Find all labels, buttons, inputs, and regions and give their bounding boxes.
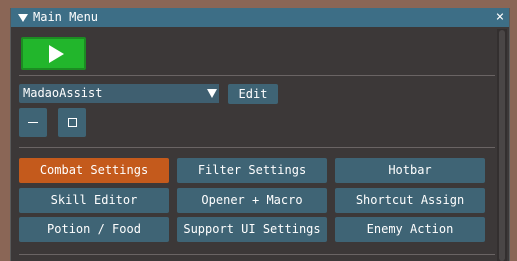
close-icon[interactable]: ×	[493, 8, 507, 27]
window-button[interactable]	[58, 108, 86, 137]
title-bar[interactable]: Main Menu ×	[11, 8, 509, 27]
separator	[19, 75, 495, 76]
combat-settings-button[interactable]: Combat Settings	[19, 158, 169, 183]
separator	[19, 254, 495, 255]
chevron-down-icon[interactable]	[205, 84, 219, 103]
opener-macro-button[interactable]: Opener + Macro	[177, 188, 327, 213]
support-ui-settings-button[interactable]: Support UI Settings	[177, 217, 327, 242]
separator	[19, 147, 495, 148]
enemy-action-button[interactable]: Enemy Action	[335, 217, 485, 242]
skill-editor-button[interactable]: Skill Editor	[19, 188, 169, 213]
minimize-icon	[28, 122, 38, 123]
minimize-button[interactable]	[19, 108, 47, 137]
filter-settings-button[interactable]: Filter Settings	[177, 158, 327, 183]
window-icon	[68, 118, 77, 127]
play-icon	[49, 45, 64, 63]
main-menu-window: Main Menu × MadaoAssist Edit Combat Sett…	[10, 8, 510, 261]
preset-selected-value: MadaoAssist	[23, 86, 103, 100]
play-button[interactable]	[21, 37, 86, 70]
hotbar-button[interactable]: Hotbar	[335, 158, 485, 183]
window-title: Main Menu	[33, 10, 99, 24]
edit-button[interactable]: Edit	[228, 84, 278, 104]
preset-dropdown[interactable]: MadaoAssist	[19, 84, 219, 103]
scrollbar-thumb[interactable]	[499, 30, 505, 261]
potion-food-button[interactable]: Potion / Food	[19, 217, 169, 242]
triangle-down-icon[interactable]	[18, 14, 28, 22]
shortcut-assign-button[interactable]: Shortcut Assign	[335, 188, 485, 213]
